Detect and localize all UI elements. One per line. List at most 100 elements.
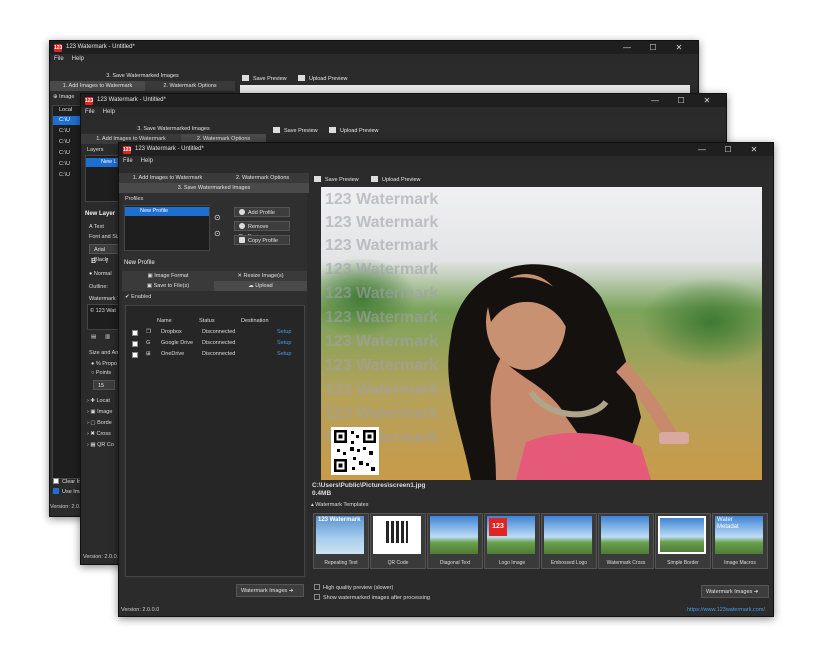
menu-file[interactable]: File (85, 109, 95, 115)
cloud-upload-icon (298, 75, 305, 81)
save-preview-button[interactable]: Save Preview (314, 176, 359, 183)
qr-code-section[interactable]: › ▦ QR Co (87, 442, 114, 448)
tab-add-images[interactable]: 1. Add Images to Watermark (50, 81, 145, 91)
section-label: Borde (97, 420, 112, 426)
minimize-icon[interactable]: — (614, 43, 640, 52)
text-section[interactable]: A Text (89, 224, 104, 230)
checkbox-icon[interactable] (132, 352, 138, 358)
qr-code-icon (331, 427, 379, 475)
template-simple-border[interactable]: Simple Border (655, 513, 711, 569)
website-link[interactable]: https://www.123watermark.com/ (687, 607, 765, 613)
setup-link[interactable]: Setup (277, 340, 291, 346)
layers-list[interactable]: New L (85, 155, 121, 202)
add-profile-button[interactable]: Add Profile (234, 207, 290, 217)
show-watermarked-checkbox[interactable]: Show watermarked images after processing (314, 594, 430, 601)
remove-profile-button[interactable]: Remove Profile (234, 221, 290, 240)
move-down-icon[interactable]: ⊙ (214, 229, 221, 238)
template-watermark-cross[interactable]: Watermark Cross (598, 513, 654, 569)
table-row[interactable]: ⊞ OneDrive Disconnected Setup (126, 350, 304, 360)
bold-button[interactable]: B (91, 258, 96, 265)
checkbox-icon[interactable] (132, 330, 138, 336)
menu-file[interactable]: File (54, 56, 64, 62)
use-image-checkbox[interactable]: Use Ima (53, 488, 82, 495)
template-repeating-text[interactable]: 123 Watermark Repeating Text (313, 513, 369, 569)
normal-label: Normal (93, 271, 112, 277)
proportional-radio[interactable]: ● % Propo (91, 361, 117, 367)
checkbox-icon[interactable] (132, 341, 138, 347)
border-section[interactable]: › ▢ Borde (87, 420, 112, 426)
tab-save[interactable]: 3. Save Watermarked Images (50, 71, 235, 81)
setup-link[interactable]: Setup (277, 329, 291, 335)
location-section[interactable]: › ✚ Locat (87, 398, 110, 404)
watermark-images-button-right[interactable]: Watermark Images ➜ (701, 585, 769, 598)
template-logo-image[interactable]: 123 Logo Image (484, 513, 540, 569)
profiles-list[interactable]: New Profile (124, 205, 210, 251)
preview-image: 123 Watermark 123 Watermark 123 Watermar… (321, 187, 762, 480)
watermark-text-input[interactable]: © 123 Wat (87, 304, 121, 330)
upload-preview-button[interactable]: Upload Preview (298, 75, 348, 82)
app-logo-icon: 123 (85, 97, 94, 105)
layer-item[interactable]: New L (86, 158, 120, 167)
template-diagonal-text[interactable]: Diagonal Text (427, 513, 483, 569)
tab-upload[interactable]: ☁ Upload (214, 281, 307, 291)
tab-image-format[interactable]: ▣ Image Format (122, 271, 214, 281)
watermark-text-label: Watermark T (89, 296, 121, 302)
template-embossed-logo[interactable]: Embossed Logo (541, 513, 597, 569)
minimize-icon[interactable]: — (642, 96, 668, 105)
image-section[interactable]: › ▣ Image (87, 409, 112, 415)
tab-watermark-options[interactable]: 2. Watermark Options (145, 81, 235, 91)
table-row[interactable]: G Google Drive Disconnected Setup (126, 339, 304, 349)
template-image-macros[interactable]: Water Metadat Image Macros (712, 513, 768, 569)
points-label: Points (95, 370, 112, 376)
watermark-text-line: 123 Watermark (325, 285, 439, 302)
minimize-icon[interactable]: — (689, 145, 715, 154)
italic-button[interactable]: I (106, 258, 108, 265)
size-stepper[interactable]: 15 (93, 380, 115, 390)
cross-section[interactable]: › ✖ Cross (87, 431, 111, 437)
checkbox-icon (314, 584, 320, 590)
save-preview-button[interactable]: Save Preview (273, 127, 318, 134)
tab-watermark-options[interactable]: 2. Watermark Options (216, 173, 309, 183)
font-select[interactable]: Arial Black (89, 244, 119, 263)
template-caption: Diagonal Text (439, 560, 471, 566)
normal-radio[interactable]: ● Normal (89, 271, 112, 277)
template-qr-code[interactable]: QR Code (370, 513, 426, 569)
copy-profile-button[interactable]: Copy Profile (234, 235, 290, 245)
menu-help[interactable]: Help (141, 158, 153, 164)
setup-link[interactable]: Setup (277, 351, 291, 357)
menu-help[interactable]: Help (72, 56, 84, 62)
align-center-icon[interactable]: ▥ (105, 334, 110, 340)
table-row[interactable]: ❒ Dropbox Disconnected Setup (126, 328, 304, 338)
menu-file[interactable]: File (123, 158, 133, 164)
maximize-icon[interactable]: ☐ (715, 145, 741, 154)
move-up-icon[interactable]: ⊙ (214, 213, 221, 222)
close-icon[interactable]: ✕ (666, 43, 692, 52)
watermark-images-button[interactable]: Watermark Images ➜ (236, 584, 304, 597)
align-left-icon[interactable]: ▤ (91, 334, 96, 340)
tab-save[interactable]: 3. Save Watermarked Images (81, 124, 266, 134)
profile-item[interactable]: New Profile (125, 207, 209, 216)
tab-resize-images[interactable]: ✕ Resize Image(s) (214, 271, 307, 281)
tab-save-to-files[interactable]: ▣ Save to File(s) (122, 281, 214, 291)
settings-panel: Profiles New Profile ⊙ ⊙ Add Profile Rem… (122, 193, 307, 578)
close-icon[interactable]: ✕ (741, 145, 767, 154)
menu-bar: File Help (81, 107, 726, 118)
points-radio[interactable]: ○ Points (91, 370, 111, 376)
tab-add-images[interactable]: 1. Add Images to Watermark (119, 173, 216, 183)
menu-help[interactable]: Help (103, 109, 115, 115)
image-button[interactable]: ⊕ Image (53, 94, 74, 100)
window-title: 123 Watermark - Untitled* (135, 146, 204, 152)
close-icon[interactable]: ✕ (694, 96, 720, 105)
hq-preview-checkbox[interactable]: High quality preview (slower) (314, 584, 393, 591)
maximize-icon[interactable]: ☐ (668, 96, 694, 105)
version-label: Version: 2.0.0.0 (121, 607, 160, 613)
save-preview-button[interactable]: Save Preview (242, 75, 287, 82)
maximize-icon[interactable]: ☐ (640, 43, 666, 52)
clear-images-checkbox[interactable]: Clear Im (53, 478, 83, 485)
tab-save[interactable]: 3. Save Watermarked Images (119, 183, 309, 193)
enabled-checkbox[interactable]: ✔ Enabled (125, 294, 151, 300)
upload-preview-button[interactable]: Upload Preview (371, 176, 421, 183)
upload-preview-button[interactable]: Upload Preview (329, 127, 379, 134)
menu-bar: File Help (119, 156, 773, 167)
file-size: 0.4MB (312, 490, 332, 497)
